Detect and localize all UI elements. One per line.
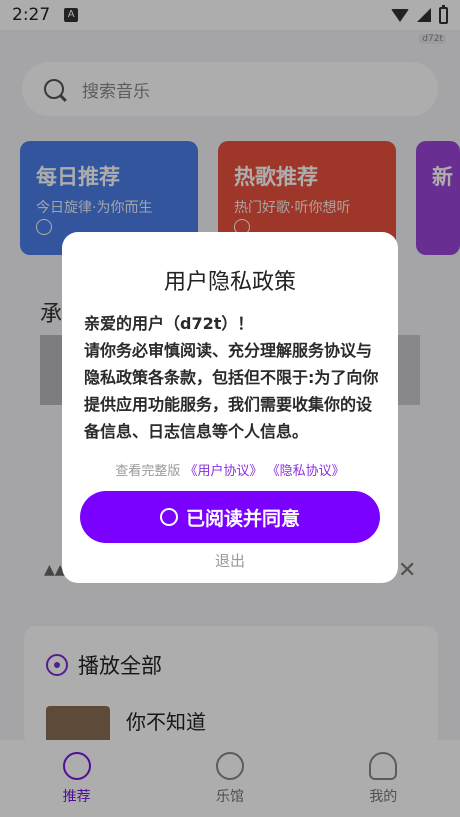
exit-button[interactable]: 退出 (62, 550, 398, 571)
privacy-dialog: 用户隐私政策 亲爱的用户（d72t）！ 请你务必审慎阅读、充分理解服务协议与隐私… (62, 232, 398, 583)
radio-circle-icon (159, 508, 178, 526)
links-prefix: 查看完整版 (115, 464, 181, 479)
user-agreement-link[interactable]: 《用户协议》 (184, 464, 262, 479)
agree-button[interactable]: 已阅读并同意 (80, 491, 380, 543)
dialog-body[interactable]: 亲爱的用户（d72t）！ 请你务必审慎阅读、充分理解服务协议与隐私政策各条款，包… (84, 310, 380, 440)
agreement-links: 查看完整版 《用户协议》 《隐私协议》 (62, 460, 398, 479)
dialog-greeting: 亲爱的用户（d72t）！ (84, 314, 254, 333)
dialog-body-text: 请你务必审慎阅读、充分理解服务协议与隐私政策各条款，包括但不限于:为了向你提供应… (84, 341, 379, 440)
agree-label: 已阅读并同意 (185, 508, 300, 530)
privacy-policy-link[interactable]: 《隐私协议》 (267, 464, 345, 479)
dialog-title: 用户隐私政策 (163, 270, 296, 295)
